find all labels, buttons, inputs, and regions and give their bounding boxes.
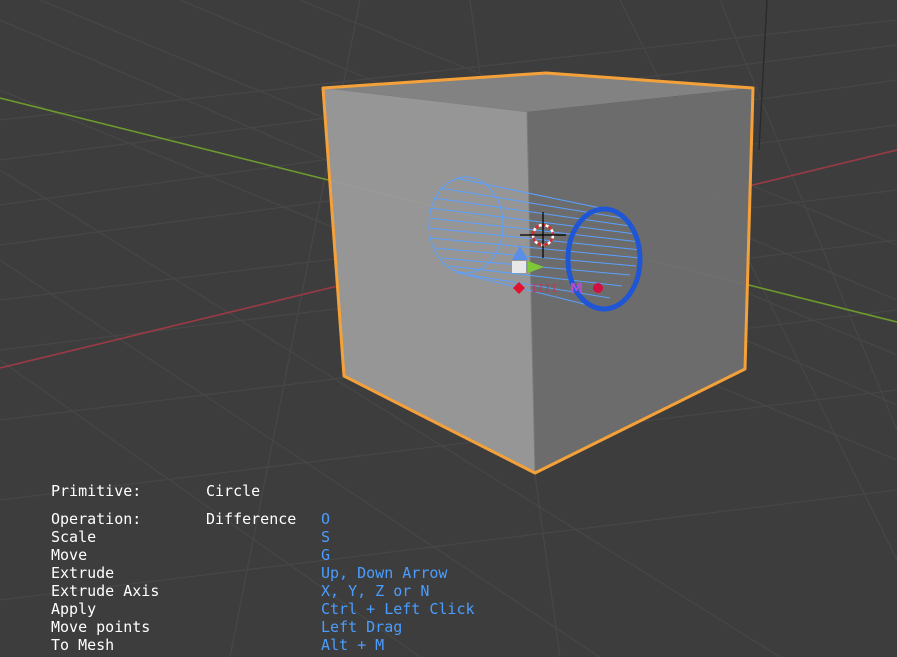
shortcut-label: Scale xyxy=(51,528,97,546)
shortcut-spacer xyxy=(206,600,321,618)
shortcut-row: Apply Ctrl + Left Click xyxy=(51,600,871,618)
operation-row: Operation: Difference O xyxy=(51,510,871,528)
shortcut-key: Left Drag xyxy=(321,618,403,636)
shortcut-key: G xyxy=(321,546,331,564)
primitive-value: Circle xyxy=(206,482,261,500)
shortcut-spacer xyxy=(206,582,321,600)
operation-key: O xyxy=(321,510,331,528)
primitive-row: Primitive: Circle xyxy=(51,482,871,500)
svg-text:M: M xyxy=(570,282,583,297)
shortcut-spacer xyxy=(206,636,321,654)
shortcut-key: Ctrl + Left Click xyxy=(321,600,475,618)
light-line xyxy=(758,0,768,151)
shortcut-label: To Mesh xyxy=(51,636,115,654)
svg-text:IIII: IIII xyxy=(531,282,558,295)
shortcut-label: Extrude xyxy=(51,564,115,582)
shortcut-row: Move G xyxy=(51,546,871,564)
operation-label: Operation: xyxy=(51,510,142,528)
shortcut-key: X, Y, Z or N xyxy=(321,582,430,600)
primitive-label: Primitive: xyxy=(51,482,142,500)
shortcut-key: Alt + M xyxy=(321,636,385,654)
carver-overlay: Primitive: Circle Operation: Difference … xyxy=(51,482,871,654)
shortcut-spacer xyxy=(206,618,321,636)
cube-side-face xyxy=(527,88,753,473)
shortcut-key: S xyxy=(321,528,331,546)
shortcut-row: To Mesh Alt + M xyxy=(51,636,871,654)
shortcut-row: Extrude Up, Down Arrow xyxy=(51,564,871,582)
shortcut-row: Move points Left Drag xyxy=(51,618,871,636)
shortcut-spacer xyxy=(206,564,321,582)
shortcut-label: Apply xyxy=(51,600,97,618)
shortcut-key: Up, Down Arrow xyxy=(321,564,448,582)
shortcut-spacer xyxy=(206,546,321,564)
shortcut-row: Extrude Axis X, Y, Z or N xyxy=(51,582,871,600)
shortcut-spacer xyxy=(206,528,321,546)
shortcut-label: Move points xyxy=(51,618,151,636)
shortcut-row: Scale S xyxy=(51,528,871,546)
shortcut-label: Extrude Axis xyxy=(51,582,160,600)
shortcut-label: Move xyxy=(51,546,88,564)
operation-value: Difference xyxy=(206,510,297,528)
